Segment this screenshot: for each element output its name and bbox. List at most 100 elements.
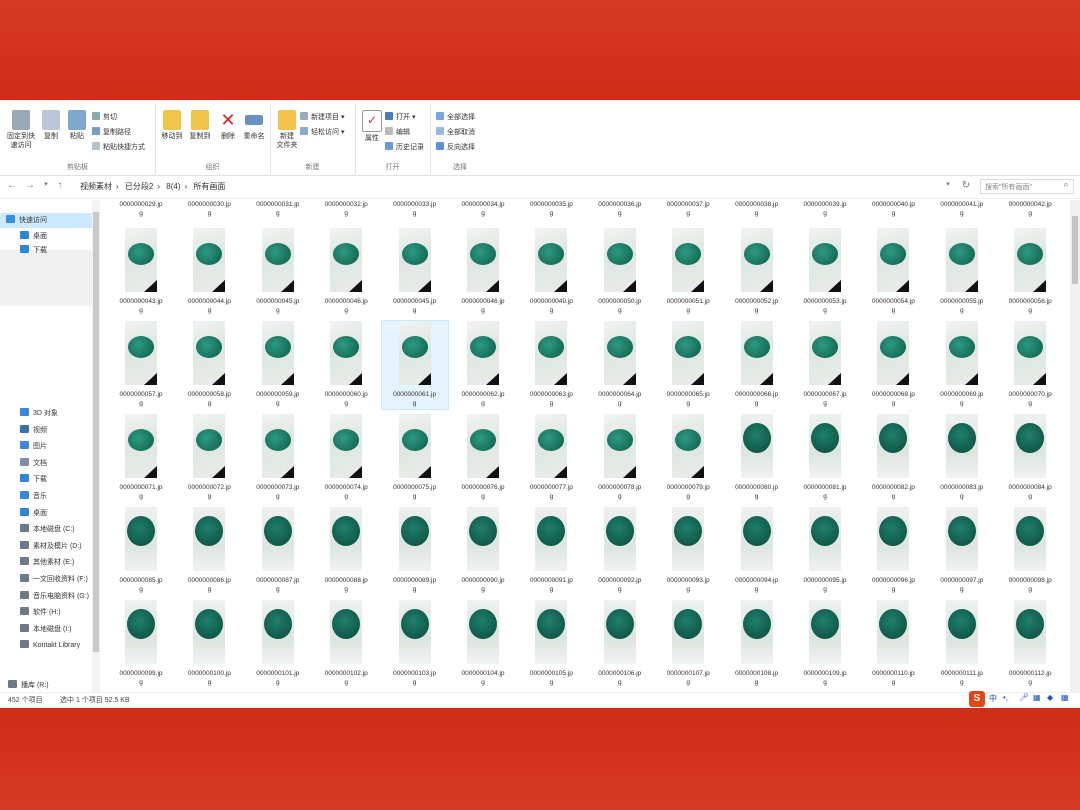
file-tile[interactable]: 0000000098.jp g — [997, 507, 1063, 595]
file-tile[interactable]: 0000000071.jp g — [108, 414, 174, 502]
file-tile[interactable]: 0000000107.jp g — [655, 600, 721, 688]
file-tile[interactable]: 0000000080.jp g — [724, 414, 790, 502]
nav-item[interactable]: 3D 对象 — [20, 408, 58, 420]
rename-button[interactable]: 重命名 — [237, 110, 271, 141]
file-tile[interactable]: 0000000073.jp g — [245, 414, 311, 502]
file-caption[interactable]: 0000000034.jp g — [450, 200, 516, 218]
path-dropdown-icon[interactable]: ▾ — [942, 180, 954, 188]
file-tile[interactable]: 0000000060.jp g — [313, 321, 379, 409]
breadcrumb[interactable]: 视频素材 › 已分段2 › 8(4) › 所有画面 — [80, 179, 950, 194]
nav-item-bottom[interactable]: 播库 (R:) — [8, 680, 49, 692]
file-tile[interactable]: 0000000062.jp g — [450, 321, 516, 409]
paste-button[interactable]: 粘贴 — [60, 110, 94, 141]
nav-item-downloads[interactable]: 下载 — [20, 245, 47, 257]
nav-item[interactable]: 视频 — [20, 424, 47, 437]
file-tile[interactable]: 0000000058.jp g — [176, 321, 242, 409]
copy-path-button[interactable]: 复制路径 — [92, 127, 131, 139]
file-caption[interactable]: 0000000039.jp g — [792, 200, 858, 218]
file-tile[interactable]: 0000000067.jp g — [792, 321, 858, 409]
nav-item-desktop[interactable]: 桌面 — [20, 231, 47, 243]
file-caption[interactable]: 0000000038.jp g — [724, 200, 790, 218]
microphone-icon[interactable]: 🎤︎ — [1019, 693, 1029, 702]
file-caption[interactable]: 0000000040.jp g — [860, 200, 926, 218]
file-tile[interactable]: 0000000105.jp g — [518, 600, 584, 688]
sogou-logo-icon[interactable]: S — [969, 691, 985, 707]
file-tile[interactable]: 0000000045.jp g — [245, 228, 311, 316]
file-tile[interactable]: 0000000075.jp g — [382, 414, 448, 502]
file-tile[interactable]: 0000000068.jp g — [860, 321, 926, 409]
keyboard-icon[interactable]: ▦ — [1033, 693, 1041, 702]
new-item-button[interactable]: 新建项目 ▾ — [300, 112, 344, 124]
search-icon[interactable]: ⌕ — [1060, 179, 1072, 190]
file-tile[interactable]: 0000000055.jp g — [929, 228, 995, 316]
file-tile[interactable]: 0000000111.jp g — [929, 600, 995, 688]
file-tile[interactable]: 0000000070.jp g — [997, 321, 1063, 409]
file-tile[interactable]: 0000000093.jp g — [655, 507, 721, 595]
file-caption[interactable]: 0000000030.jp g — [176, 200, 242, 218]
nav-quick-access[interactable]: 快速访问 — [6, 215, 47, 227]
file-tile[interactable]: 0000000045.jp g — [382, 228, 448, 316]
file-tile[interactable]: 0000000106.jp g — [587, 600, 653, 688]
file-caption[interactable]: 0000000042.jp g — [997, 200, 1063, 218]
edit-button[interactable]: 编辑 — [385, 127, 410, 139]
file-tile[interactable]: 0000000092.jp g — [587, 507, 653, 595]
file-tile[interactable]: 0000000061.jp g — [380, 320, 449, 410]
file-tile[interactable]: 0000000102.jp g — [313, 600, 379, 688]
file-tile[interactable]: 0000000043.jp g — [108, 228, 174, 316]
file-tile[interactable]: 0000000053.jp g — [792, 228, 858, 316]
file-caption[interactable]: 0000000035.jp g — [518, 200, 584, 218]
file-tile[interactable]: 0000000091.jp g — [518, 507, 584, 595]
nav-item[interactable]: 音乐 — [20, 491, 47, 503]
back-arrow-icon[interactable]: ← — [6, 180, 18, 191]
file-tile[interactable]: 0000000046.jp g — [450, 228, 516, 316]
nav-item[interactable]: 素材及模片 (D:) — [20, 540, 82, 553]
file-tile[interactable]: 0000000112.jp g — [997, 600, 1063, 688]
nav-item[interactable]: 本地磁盘 (C:) — [20, 524, 75, 536]
file-tile[interactable]: 0000000081.jp g — [792, 414, 858, 502]
file-tile[interactable]: 0000000097.jp g — [929, 507, 995, 595]
file-caption[interactable]: 0000000029.jp g — [108, 200, 174, 218]
file-tile[interactable]: 0000000110.jp g — [860, 600, 926, 688]
file-tile[interactable]: 0000000076.jp g — [450, 414, 516, 502]
file-tile[interactable]: 0000000087.jp g — [245, 507, 311, 595]
file-caption[interactable]: 0000000036.jp g — [587, 200, 653, 218]
file-tile[interactable]: 0000000079.jp g — [655, 414, 721, 502]
refresh-icon[interactable]: ↻ — [960, 180, 972, 191]
open-button[interactable]: 打开 ▾ — [385, 112, 415, 124]
file-tile[interactable]: 0000000051.jp g — [655, 228, 721, 316]
file-tile[interactable]: 0000000052.jp g — [724, 228, 790, 316]
nav-item[interactable]: 文档 — [20, 457, 47, 470]
forward-arrow-icon[interactable]: → — [24, 180, 36, 191]
file-tile[interactable]: 0000000088.jp g — [313, 507, 379, 595]
breadcrumb-item[interactable]: 8(4) — [166, 182, 180, 191]
file-tile[interactable]: 0000000101.jp g — [245, 600, 311, 688]
file-tile[interactable]: 0000000066.jp g — [724, 321, 790, 409]
file-tile[interactable]: 0000000109.jp g — [792, 600, 858, 688]
toolbox-icon[interactable]: ▦ — [1061, 693, 1069, 702]
new-folder-button[interactable]: 新建 文件夹 — [270, 110, 304, 150]
invert-selection-button[interactable]: 反向选择 — [436, 142, 475, 154]
grid-scrollbar-thumb[interactable] — [1072, 216, 1078, 284]
file-tile[interactable]: 0000000082.jp g — [860, 414, 926, 502]
file-tile[interactable]: 0000000054.jp g — [860, 228, 926, 316]
nav-item[interactable]: Kontakt Library — [20, 640, 80, 652]
file-tile[interactable]: 0000000104.jp g — [450, 600, 516, 688]
nav-item[interactable]: 桌面 — [20, 507, 47, 520]
file-tile[interactable]: 0000000096.jp g — [860, 507, 926, 595]
file-tile[interactable]: 0000000085.jp g — [108, 507, 174, 595]
skin-icon[interactable]: ◆ — [1047, 693, 1053, 702]
file-tile[interactable]: 0000000089.jp g — [382, 507, 448, 595]
file-tile[interactable]: 0000000065.jp g — [655, 321, 721, 409]
file-tile[interactable]: 0000000063.jp g — [518, 321, 584, 409]
file-tile[interactable]: 0000000044.jp g — [176, 228, 242, 316]
nav-item[interactable]: 音乐电脑资料 (G:) — [20, 590, 89, 603]
breadcrumb-item[interactable]: 视频素材 — [80, 182, 112, 191]
nav-item[interactable]: 本地磁盘 (I:) — [20, 623, 72, 636]
file-tile[interactable]: 0000000064.jp g — [587, 321, 653, 409]
file-tile[interactable]: 0000000059.jp g — [245, 321, 311, 409]
file-tile[interactable]: 0000000094.jp g — [724, 507, 790, 595]
select-all-button[interactable]: 全部选择 — [436, 112, 475, 124]
file-tile[interactable]: 0000000077.jp g — [518, 414, 584, 502]
select-none-button[interactable]: 全部取消 — [436, 127, 475, 139]
up-arrow-icon[interactable]: ↑ — [54, 180, 66, 191]
